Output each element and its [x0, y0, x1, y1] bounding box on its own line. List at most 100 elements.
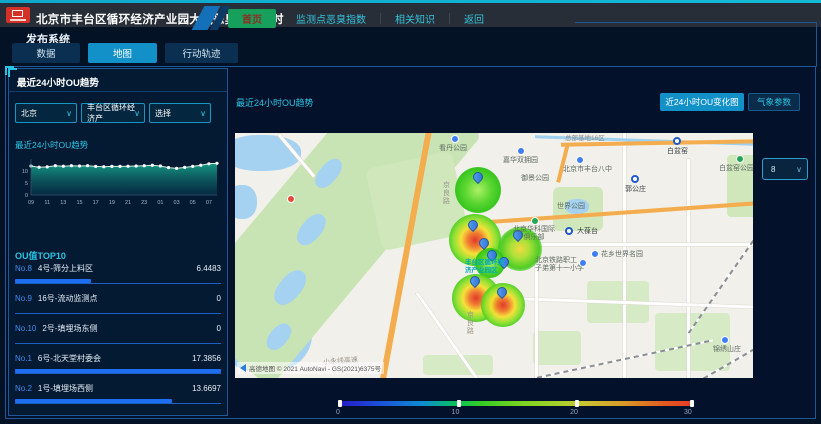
rank-label: No.9 — [15, 294, 32, 303]
dashboard-root: 北京市丰台区循环经济产业园大气恶臭状况实时 首页 监测点恶臭指数 相关知识 返回… — [0, 0, 821, 424]
value-bar-track — [15, 278, 221, 284]
park-select-value: 丰台区循环经济产 — [87, 102, 139, 124]
metro-icon — [673, 137, 681, 145]
city-select-value: 北京 — [21, 108, 37, 119]
value-bar-track — [15, 338, 221, 344]
city-select[interactable]: 北京 ∨ — [15, 103, 77, 123]
nav-item-back[interactable]: 返回 — [450, 11, 498, 26]
villa-icon — [721, 336, 729, 344]
trend-chart-label: 最近24小时OU趋势 — [15, 139, 88, 151]
chevron-down-icon: ∨ — [66, 109, 72, 118]
tab-track[interactable]: 行动轨迹 — [165, 43, 238, 63]
metro-icon — [565, 227, 573, 235]
legend-marker — [690, 400, 694, 407]
map-attribution: 高德地图 © 2021 AutoNavi - GS(2021)6375号 — [237, 362, 384, 374]
heatmap-map[interactable]: 看丹公园 嘉华双拥园 御景公园 世界公园 北京华科国际俱乐部 北京铁路职工子弟第… — [235, 133, 753, 378]
ou-change-chart-button[interactable]: 近24小时OU变化图 — [660, 93, 744, 111]
svg-text:01: 01 — [157, 200, 163, 206]
nav-item-knowledge[interactable]: 相关知识 — [381, 11, 449, 26]
svg-text:10: 10 — [22, 169, 28, 175]
site-name: 4号-筛分上料区 — [38, 263, 197, 274]
tab-data[interactable]: 数据 — [12, 43, 80, 63]
legend-marker — [575, 400, 579, 407]
tab-map[interactable]: 地图 — [88, 43, 157, 63]
legend-marker — [338, 400, 342, 407]
map-label: 看丹公园 — [439, 145, 467, 153]
top-list-row: No.8 4号-筛分上料区6.4483 — [15, 263, 221, 291]
frame-line-top — [575, 22, 817, 23]
top-list-row: No.21号-填埋场西侧13.6697 — [15, 383, 221, 411]
map-label: 世界公园 — [557, 203, 585, 211]
svg-text:15: 15 — [76, 200, 82, 206]
map-label: 白盆窑公园 — [719, 165, 753, 173]
club-icon — [531, 217, 539, 225]
map-label: 北京市丰台八中 — [563, 166, 612, 174]
header-bar: 北京市丰台区循环经济产业园大气恶臭状况实时 首页 监测点恶臭指数 相关知识 返回 — [0, 3, 821, 27]
nav-item-odor-index[interactable]: 监测点恶臭指数 — [282, 11, 380, 26]
svg-text:5: 5 — [25, 181, 28, 187]
svg-text:23: 23 — [141, 200, 147, 206]
school-icon — [576, 156, 584, 164]
svg-text:07: 07 — [206, 200, 212, 206]
metro-label: 白盆窑 — [667, 148, 688, 156]
left-trend-panel: 最近24小时OU趋势 北京 ∨ 丰台区循环经济产 ∨ 选择 ∨ 最近24小时OU… — [8, 68, 228, 416]
legend-tick: 0 — [336, 409, 340, 416]
ou-value: 0 — [217, 294, 221, 303]
value-bar-track — [15, 308, 221, 314]
map-provider-icon — [240, 364, 246, 372]
svg-text:21: 21 — [125, 200, 131, 206]
value-bar — [15, 399, 172, 403]
map-label: 花乡世界名园 — [601, 251, 643, 259]
map-label: 北京铁路职工子弟第十一小学 — [535, 257, 584, 274]
hour-select[interactable]: 8 ∨ — [762, 158, 808, 180]
metro-label: 郭公庄 — [625, 186, 646, 194]
value-bar-track — [15, 398, 221, 404]
park-select[interactable]: 丰台区循环经济产 ∨ — [81, 103, 145, 123]
park-icon — [451, 135, 459, 143]
map-panel-title: 最近24小时OU趋势 — [236, 96, 314, 109]
chevron-down-icon: ∨ — [200, 109, 206, 118]
logo-glyph — [12, 10, 23, 17]
top-list-row: No.16号-北天堂村委会17.3856 — [15, 353, 221, 381]
logo-bar — [10, 19, 26, 21]
rank-label: No.8 — [15, 264, 32, 273]
divider — [9, 91, 227, 92]
chevron-down-icon: ∨ — [134, 109, 140, 118]
legend-tick: 20 — [570, 409, 578, 416]
site-select[interactable]: 选择 ∨ — [149, 103, 211, 123]
nav-item-home[interactable]: 首页 — [228, 9, 276, 28]
park-icon — [287, 195, 295, 203]
main-nav: 首页 监测点恶臭指数 相关知识 返回 — [228, 6, 498, 30]
legend-tick: 30 — [684, 409, 692, 416]
road-label: 京良路 — [441, 181, 449, 205]
site-name: 6号-北天堂村委会 — [38, 353, 192, 364]
road-label: 京良路 — [465, 311, 473, 335]
ou-value: 6.4483 — [197, 264, 221, 273]
site-name: 16号-流动监测点 — [38, 293, 217, 304]
left-panel-title: 最近24小时OU趋势 — [17, 75, 99, 89]
panel-corner-accent — [8, 68, 17, 77]
ou-value: 0 — [217, 324, 221, 333]
chevron-down-icon: ∨ — [796, 165, 802, 174]
metro-label: 大葆台 — [577, 228, 598, 236]
park-icon — [517, 147, 525, 155]
rank-label: No.10 — [15, 324, 36, 333]
weather-params-button[interactable]: 气象参数 — [748, 93, 800, 111]
legend-marker — [457, 400, 461, 407]
heat-legend-gradient: 0 10 20 30 — [338, 401, 694, 406]
ou-value: 13.6697 — [192, 384, 221, 393]
ou-trend-chart: 0510091113151719212301030507 — [11, 153, 223, 211]
hour-select-value: 8 — [771, 165, 775, 174]
value-bar — [15, 369, 221, 373]
svg-text:13: 13 — [60, 200, 66, 206]
svg-text:0: 0 — [25, 193, 28, 199]
top-list-row: No.102号-填埋场东侧0 — [15, 323, 221, 351]
top-list-row: No.9 16号-流动监测点0 — [15, 293, 221, 321]
svg-text:17: 17 — [93, 200, 99, 206]
map-label: 总部基地16区 — [565, 135, 605, 143]
park-icon — [591, 250, 599, 258]
legend-tick: 10 — [452, 409, 460, 416]
frame-line-right — [816, 22, 817, 67]
site-name: 1号-填埋场西侧 — [38, 383, 192, 394]
svg-text:19: 19 — [109, 200, 115, 206]
